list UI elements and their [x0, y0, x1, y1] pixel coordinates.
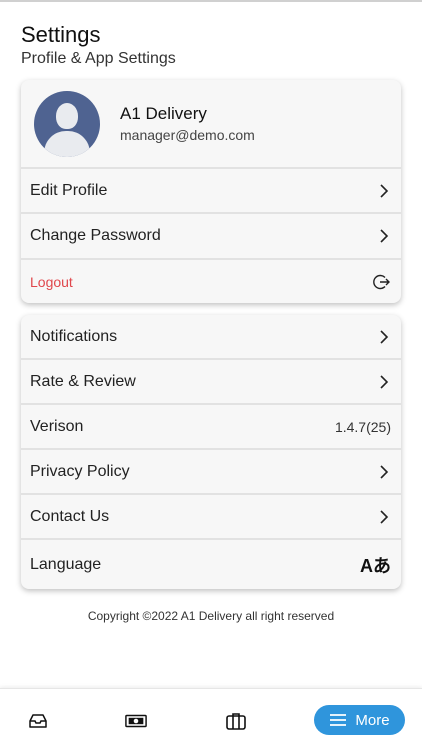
contact-us-row[interactable]: Contact Us [21, 495, 401, 540]
top-divider [0, 0, 422, 2]
briefcase-icon[interactable] [225, 712, 247, 730]
logout-label: Logout [30, 273, 73, 290]
logout-icon [373, 273, 391, 291]
translate-icon: Aあ [360, 555, 391, 576]
version-value: 1.4.7(25) [334, 418, 391, 435]
language-row[interactable]: Language Aあ [21, 540, 401, 589]
page-subtitle: Profile & App Settings [21, 50, 176, 67]
chevron-right-icon [377, 229, 391, 243]
logout-row[interactable]: Logout [21, 260, 401, 303]
account-card: A1 Delivery manager@demo.com Edit Profil… [21, 80, 401, 303]
notifications-label: Notifications [30, 327, 118, 345]
more-button[interactable]: More [314, 705, 405, 735]
more-label: More [355, 711, 390, 729]
menu-icon [330, 714, 347, 726]
change-password-row[interactable]: Change Password [21, 214, 401, 260]
version-label: Verison [30, 417, 84, 435]
chevron-right-icon [377, 183, 391, 198]
copyright-text: Copyright ©2022 A1 Delivery all right re… [87, 609, 335, 623]
notifications-row[interactable]: Notifications [21, 315, 401, 360]
chevron-right-icon [377, 329, 391, 344]
rate-review-label: Rate & Review [30, 372, 136, 390]
rate-review-row[interactable]: Rate & Review [21, 360, 401, 405]
profile-section: A1 Delivery manager@demo.com [21, 80, 401, 169]
profile-name: A1 Delivery [120, 104, 207, 123]
chevron-right-icon [377, 509, 391, 524]
chevron-right-icon [377, 374, 391, 389]
edit-profile-row[interactable]: Edit Profile [21, 169, 401, 214]
profile-email: manager@demo.com [120, 127, 255, 143]
page-header: Settings Profile & App Settings [21, 22, 176, 68]
edit-profile-label: Edit Profile [30, 181, 108, 199]
change-password-label: Change Password [30, 227, 161, 244]
cash-icon[interactable] [125, 712, 147, 730]
app-settings-card: Notifications Rate & Review Verison 1.4.… [21, 315, 401, 589]
inbox-icon[interactable] [27, 712, 49, 730]
chevron-right-icon [377, 464, 391, 479]
avatar [34, 90, 100, 157]
privacy-policy-label: Privacy Policy [30, 462, 130, 480]
language-label: Language [30, 555, 102, 573]
privacy-policy-row[interactable]: Privacy Policy [21, 450, 401, 495]
version-row: Verison 1.4.7(25) [21, 405, 401, 450]
page-title: Settings [21, 22, 101, 47]
bottom-nav: More [0, 688, 422, 750]
contact-us-label: Contact Us [30, 507, 110, 525]
